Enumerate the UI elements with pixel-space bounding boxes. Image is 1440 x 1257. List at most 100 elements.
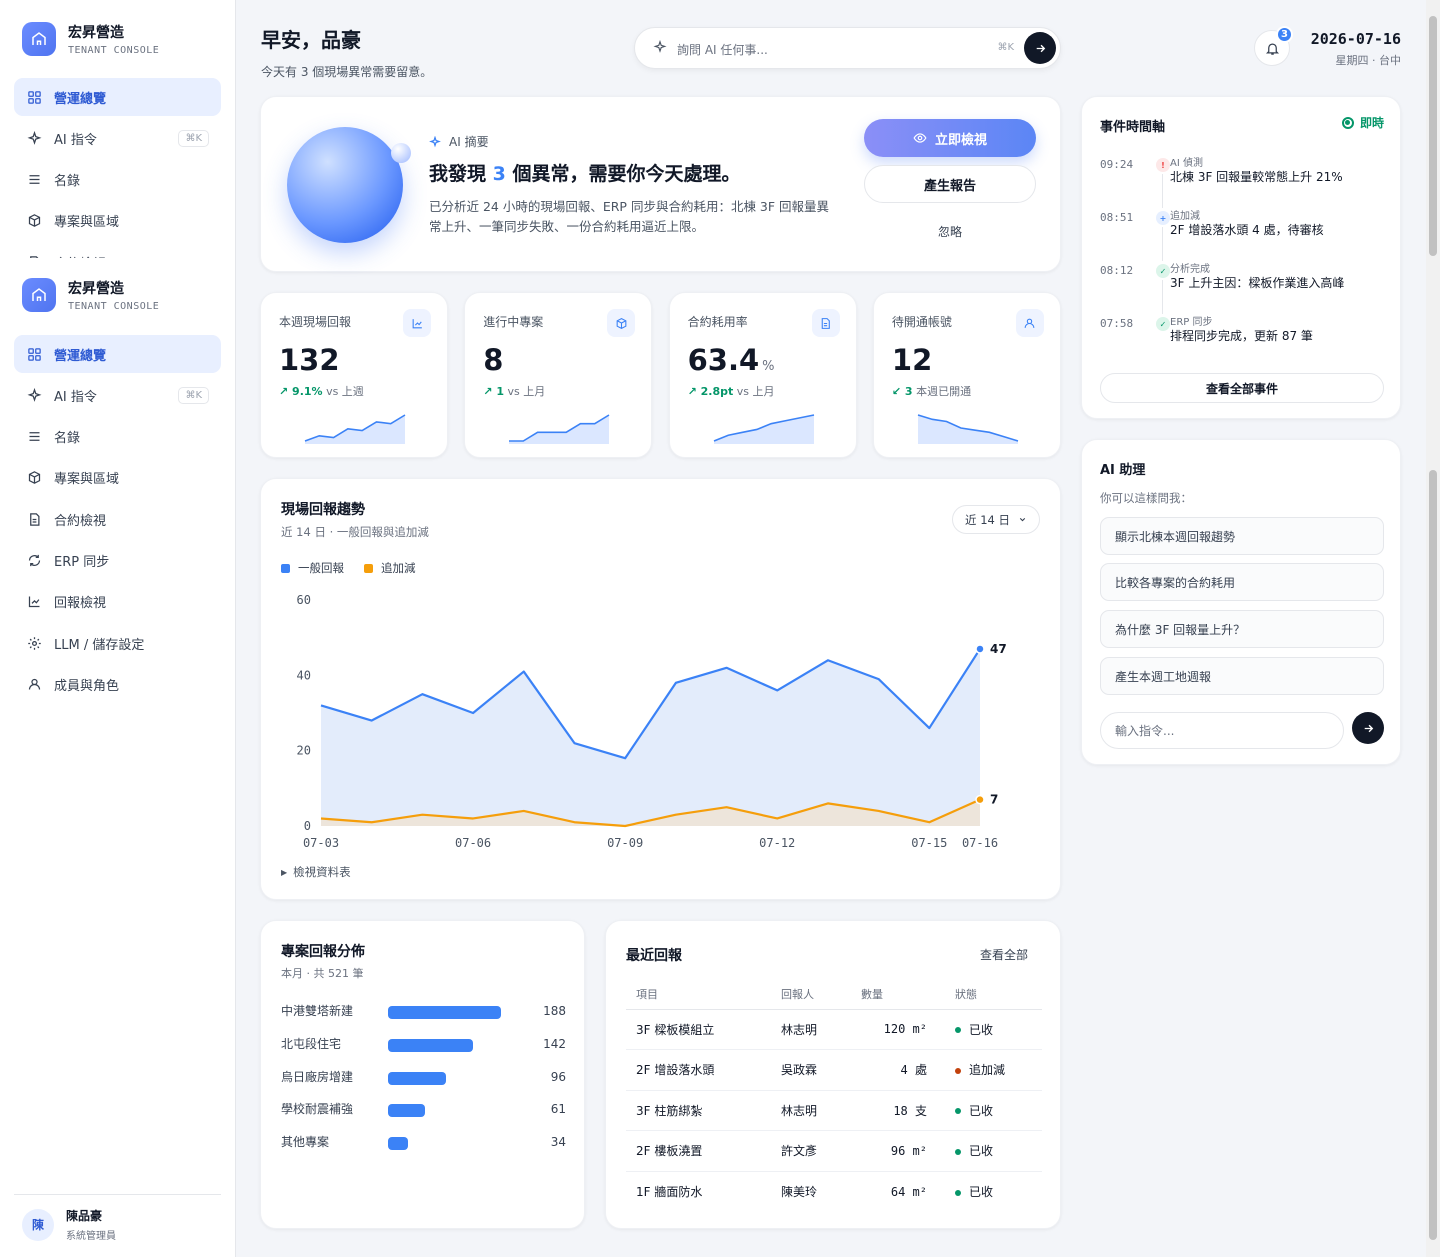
generate-report-button[interactable]: 產生報告 — [864, 165, 1036, 203]
distribution-row[interactable]: 學校耐震補強 61 — [281, 1100, 566, 1120]
cell-qty: 4 處 — [851, 1049, 945, 1091]
cell-item: 3F 樑板模組立 — [626, 1009, 771, 1050]
nav-label: ERP 同步 — [54, 554, 110, 570]
view-now-label: 立即檢視 — [934, 132, 987, 148]
nav-item-llm-settings[interactable]: LLM / 儲存設定 — [14, 624, 221, 662]
project-count: 34 — [550, 1135, 566, 1150]
search-submit-button[interactable] — [1024, 32, 1056, 64]
event-tag: AI 偵測 — [1170, 158, 1203, 169]
ai-assistant-card: AI 助理 你可以這樣問我： 顯示北棟本週回報趨勢 比較各專案的合約耗用 為什麼… — [1081, 439, 1401, 765]
distribution-row[interactable]: 烏日廠房增建 96 — [281, 1068, 566, 1088]
kpi-card[interactable]: 本週現場回報 132 ↗ 9.1% vs 上週 — [260, 292, 448, 458]
view-all-reports-link[interactable]: 查看全部 — [980, 946, 1028, 963]
trend-chart: 0 20 40 60 07-03 07-06 07-09 07-12 07-15 07-16 47 7 — [297, 593, 1007, 850]
timeline-connector — [1162, 174, 1163, 208]
range-select[interactable]: 近 14 日 — [952, 505, 1040, 534]
table-row[interactable]: 3F 樑板模組立 林志明 120 m² 已收 — [626, 1009, 1042, 1050]
project-name: 北屯段住宅 — [281, 1036, 342, 1051]
bell-icon — [1265, 43, 1280, 55]
project-count: 96 — [550, 1069, 566, 1084]
cell-reporter: 許文彥 — [771, 1130, 851, 1172]
status-label: 已收 — [969, 1022, 994, 1037]
table-row[interactable]: 2F 樓板澆置 許文彥 96 m² 已收 — [626, 1130, 1042, 1172]
nav-item-contracts[interactable]: 合約檢視 — [14, 500, 221, 538]
chart-icon — [403, 309, 431, 337]
data-table-toggle[interactable]: ▶ 檢視資料表 — [281, 864, 351, 880]
kpi-sparkline — [509, 414, 610, 444]
col-header-item: 項目 — [626, 979, 771, 1010]
nav-item-contracts[interactable]: 合約檢視 — [14, 243, 221, 258]
nav-item-directory[interactable]: 名錄 — [14, 161, 221, 199]
assistant-title: AI 助理 — [1100, 463, 1146, 478]
cell-qty: 96 m² — [851, 1130, 945, 1172]
cell-status: 已收 — [945, 1009, 1042, 1050]
cell-status: 已收 — [945, 1171, 1042, 1212]
kpi-card[interactable]: 待開通帳號 12 ↙ 3 本週已開通 — [872, 292, 1061, 458]
status-dot — [955, 1108, 961, 1115]
suggestion-chip[interactable]: 為什麼 3F 回報量上升？ — [1100, 610, 1384, 648]
nav-item-reports[interactable]: 回報檢視 — [14, 583, 221, 621]
view-all-events-button[interactable]: 查看全部事件 — [1100, 373, 1384, 403]
timeline-item[interactable]: 09:24 ! AI 偵測 北棟 3F 回報量較常態上升 21% — [1100, 154, 1380, 208]
distribution-bar — [388, 1006, 501, 1019]
kpi-card[interactable]: 合約耗用率 63.4% ↗ 2.8pt vs 上月 — [668, 292, 857, 458]
notification-button[interactable]: 3 — [1254, 26, 1293, 66]
kpi-delta: ↗ 9.1% vs 上週 — [279, 383, 364, 399]
timeline-item[interactable]: 08:51 + 追加減 2F 增設落水頭 4 處，待審核 — [1100, 207, 1380, 261]
user-name: 陳品豪 — [66, 1209, 103, 1223]
suggestion-chip[interactable]: 顯示北棟本週回報趨勢 — [1100, 517, 1384, 555]
kpi-value: 63.4% — [688, 343, 775, 377]
kpi-delta: ↗ 1 vs 上月 — [483, 383, 545, 399]
search-input[interactable]: 詢問 AI 任何事... — [677, 41, 768, 58]
assistant-input[interactable]: 輸入指令... — [1100, 712, 1344, 749]
nav-item-directory[interactable]: 名錄 — [14, 418, 221, 456]
user-profile[interactable]: 陳 陳品豪 系統管理員 — [14, 1194, 221, 1242]
distribution-row[interactable]: 其他專案 34 — [281, 1133, 566, 1153]
series-end-label: 47 — [990, 642, 1007, 656]
arrow-right-icon — [1036, 44, 1045, 52]
cell-item: 2F 增設落水頭 — [626, 1049, 771, 1091]
nav-label: 成員與角色 — [54, 678, 120, 694]
trend-chart-card: 現場回報趨勢 近 14 日 · 一般回報與追加減 近 14 日 一般回報 追加減… — [260, 478, 1061, 900]
x-tick-label: 07-15 — [911, 836, 947, 850]
distribution-row[interactable]: 中港雙塔新建 188 — [281, 1002, 566, 1022]
legend-item-change: 追加減 — [364, 560, 416, 576]
nav-label: 名錄 — [54, 174, 81, 190]
nav-item-ai[interactable]: AI 指令 ⌘K — [14, 376, 221, 414]
distribution-row[interactable]: 北屯段住宅 142 — [281, 1035, 566, 1055]
timeline-item[interactable]: 07:58 ✓ ERP 同步 排程同步完成，更新 87 筆 — [1100, 313, 1380, 363]
project-name: 學校耐震補強 — [281, 1102, 354, 1117]
user-role: 系統管理員 — [66, 1231, 116, 1242]
distribution-card: 專案回報分佈 本月 · 共 521 筆 中港雙塔新建 188 北屯段住宅 142 烏… — [260, 920, 585, 1229]
nav-item-projects[interactable]: 專案與區域 — [14, 202, 221, 240]
scrollbar-thumb[interactable] — [1429, 470, 1437, 1240]
alert-icon: ! — [1156, 158, 1170, 172]
nav-item-erp[interactable]: ERP 同步 — [14, 541, 221, 579]
table-row[interactable]: 1F 牆面防水 陳美玲 64 m² 已收 — [626, 1171, 1042, 1212]
kpi-card[interactable]: 進行中專案 8 ↗ 1 vs 上月 — [464, 292, 653, 458]
nav-item-overview[interactable]: 營運總覽 — [14, 78, 221, 116]
plus-icon: + — [1156, 211, 1170, 225]
table-row[interactable]: 2F 增設落水頭 吳政霖 4 處 追加減 — [626, 1049, 1042, 1091]
box-icon — [26, 213, 42, 229]
event-time: 08:12 — [1100, 264, 1134, 277]
nav-item-overview[interactable]: 營運總覽 — [14, 335, 221, 373]
scrollbar-track[interactable] — [1426, 0, 1440, 1257]
status-dot — [955, 1148, 961, 1155]
scrollbar-thumb-upper[interactable] — [1429, 16, 1437, 256]
nav-item-projects[interactable]: 專案與區域 — [14, 459, 221, 497]
table-row[interactable]: 3F 柱筋綁紮 林志明 18 支 已收 — [626, 1090, 1042, 1131]
nav-item-members[interactable]: 成員與角色 — [14, 665, 221, 703]
ai-search-bar[interactable]: 詢問 AI 任何事... ⌘K — [634, 27, 1061, 69]
recent-table-body: 3F 樑板模組立 林志明 120 m² 已收 2F 增設落水頭 吳政霖 4 處 追… — [626, 1009, 1042, 1212]
nav-item-ai[interactable]: AI 指令 ⌘K — [14, 119, 221, 157]
status-dot — [955, 1189, 961, 1196]
assistant-send-button[interactable] — [1352, 712, 1384, 744]
suggestion-chip[interactable]: 產生本週工地週報 — [1100, 657, 1384, 695]
distribution-bar — [388, 1104, 425, 1118]
triangle-right-icon: ▶ — [281, 867, 288, 877]
dismiss-button[interactable]: 忽略 — [864, 223, 1036, 240]
timeline-item[interactable]: 08:12 ✓ 分析完成 3F 上升主因：樑板作業進入高峰 — [1100, 260, 1380, 314]
view-now-button[interactable]: 立即檢視 — [864, 119, 1036, 157]
suggestion-chip[interactable]: 比較各專案的合約耗用 — [1100, 563, 1384, 601]
